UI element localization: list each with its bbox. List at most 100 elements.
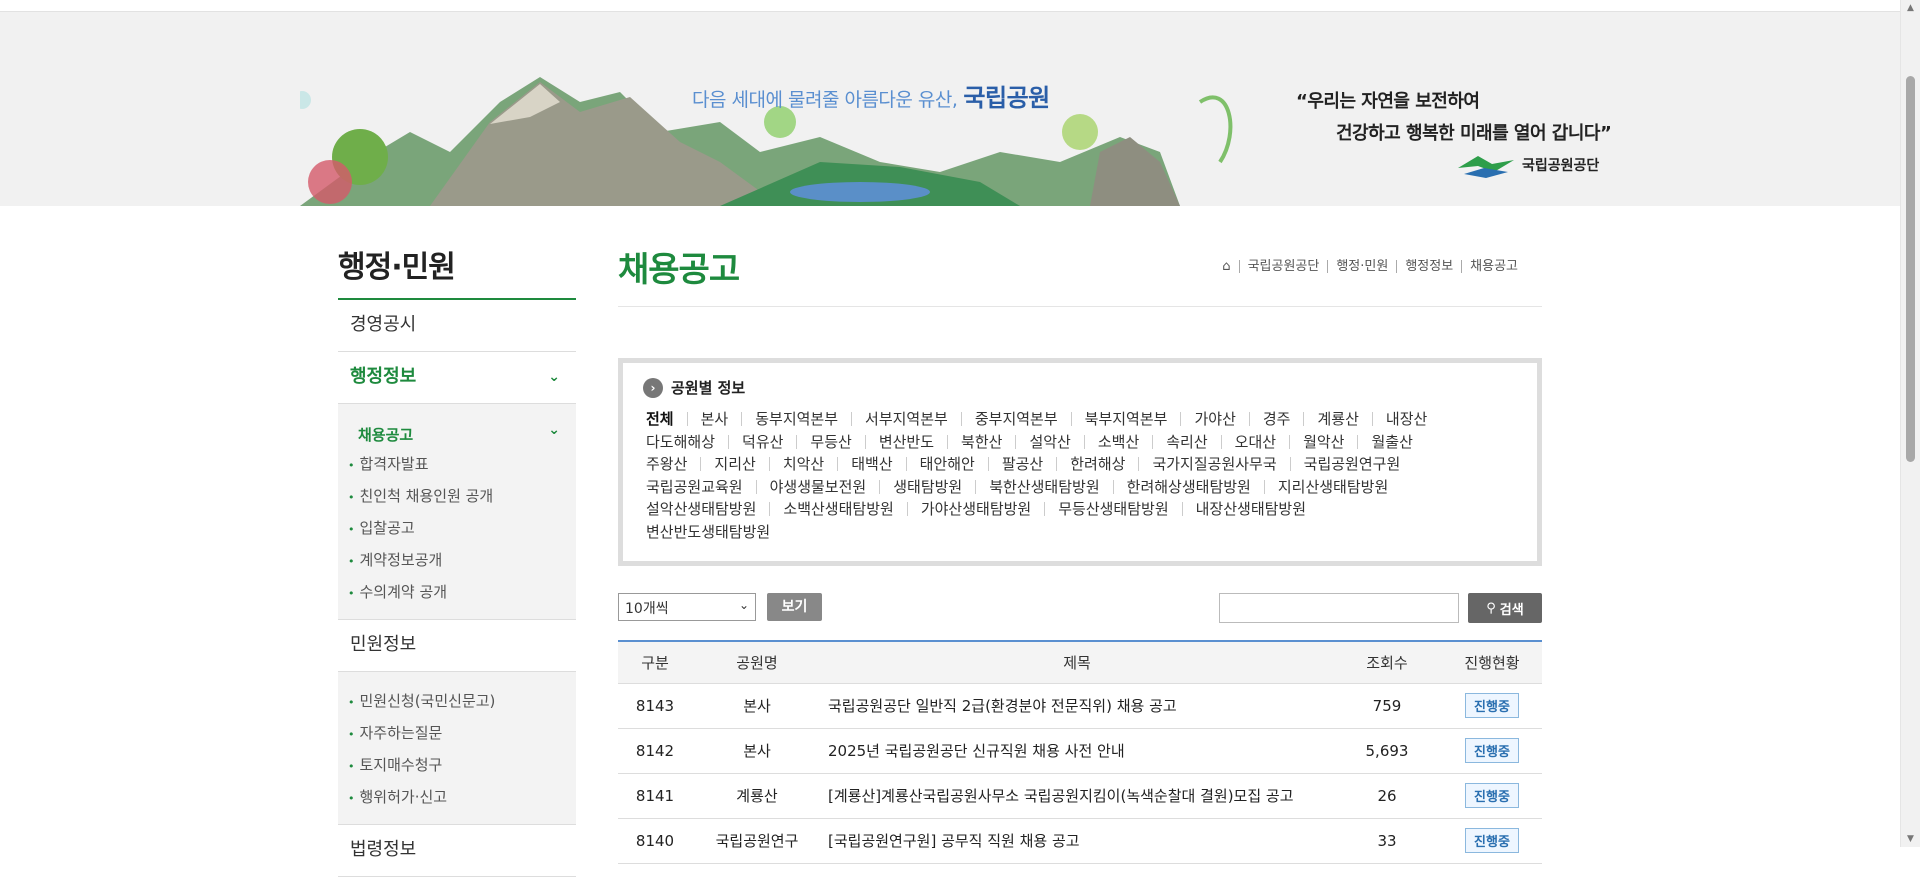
search-button[interactable]: ⚲ 검색 (1468, 593, 1542, 623)
table-row[interactable]: 8143 본사 국립공원공단 일반직 2급(환경분야 전문직위) 채용 공고 7… (618, 683, 1542, 728)
park-list-row: 다도해해상 덕유산 무등산 변산반도 북한산 설악산 소백산 속리산 오대산 월악산 월출산 (643, 431, 1517, 454)
title-divider (618, 306, 1542, 307)
submenu-item[interactable]: 계약정보공개 (338, 545, 576, 577)
park-filter-link[interactable]: 한려해상 (1056, 457, 1138, 472)
table-row[interactable]: 8140 국립공원연구 [국립공원연구원] 공무직 직원 채용 공고 33 진행… (618, 818, 1542, 863)
park-filter-link[interactable]: 설악산 (1015, 434, 1083, 449)
row-title-link[interactable]: 2025년 국립공원공단 신규직원 채용 사전 안내 (822, 728, 1332, 773)
park-filter-link[interactable]: 소백산생태탐방원 (769, 502, 906, 517)
park-filter-link[interactable]: 주왕산 (643, 457, 700, 472)
park-filter-link[interactable]: 오대산 (1220, 434, 1289, 449)
park-filter-link[interactable]: 국립공원교육원 (643, 479, 756, 494)
park-filter-link[interactable]: 팔공산 (987, 457, 1056, 472)
park-filter-link[interactable]: 지리산생태탐방원 (1263, 479, 1401, 494)
park-filter-link[interactable]: 무등산 (796, 434, 864, 449)
status-badge: 진행중 (1465, 693, 1519, 718)
column-header: 제목 (822, 641, 1332, 684)
park-filter-link[interactable]: 계룡산 (1303, 412, 1371, 427)
submenu-item[interactable]: 수의계약 공개 (338, 577, 576, 609)
breadcrumb-item[interactable]: 행정정보 (1396, 260, 1461, 273)
park-filter-link[interactable]: 북부지역본부 (1070, 412, 1181, 427)
park-filter-title: › 공원별 정보 (643, 377, 1517, 398)
submenu-item-recruitment[interactable]: 채용공고 ⌄ (338, 418, 576, 449)
park-filter-link[interactable]: 다도해해상 (643, 434, 728, 449)
banner-slogan: 다음 세대에 물려줄 아름다운 유산, 국립공원 (692, 84, 1050, 112)
breadcrumb-item[interactable]: 국립공원공단 (1238, 260, 1328, 273)
column-header: 구분 (618, 641, 692, 684)
sidebar-item-admin-info[interactable]: 행정정보 ⌄ (338, 352, 576, 404)
park-filter-link[interactable]: 변산반도 (864, 434, 947, 449)
park-filter-link[interactable]: 국가지질공원사무국 (1138, 457, 1289, 472)
park-filter-link[interactable]: 본사 (686, 412, 742, 427)
park-filter-link[interactable]: 가야산 (1180, 412, 1248, 427)
submenu-item[interactable]: 토지매수청구 (338, 750, 576, 782)
park-filter-link[interactable]: 한려해상생태탐방원 (1112, 479, 1264, 494)
view-button[interactable]: 보기 (767, 593, 822, 621)
park-filter-link[interactable]: 내장산생태탐방원 (1181, 502, 1319, 517)
row-park: 본사 (743, 697, 771, 715)
park-filter-link[interactable]: 태안해안 (905, 457, 988, 472)
park-filter-link[interactable]: 서부지역본부 (851, 412, 961, 427)
submenu-item[interactable]: 자주하는질문 (338, 718, 576, 750)
park-filter-link[interactable]: 태백산 (837, 457, 905, 472)
submenu-item[interactable]: 행위허가·신고 (338, 782, 576, 814)
row-views: 26 (1377, 786, 1397, 805)
scroll-up-arrow-icon[interactable]: ▲ (1901, 0, 1920, 16)
breadcrumb-item[interactable]: 행정·민원 (1327, 260, 1396, 273)
banner: 다음 세대에 물려줄 아름다운 유산, 국립공원 “우리는 자연을 보전하여 건강… (0, 12, 1900, 206)
park-filter-link[interactable]: 월출산 (1357, 434, 1425, 449)
submenu-item[interactable]: 입찰공고 (338, 513, 576, 545)
column-header: 공원명 (692, 641, 822, 684)
park-filter-link[interactable]: 월악산 (1289, 434, 1357, 449)
submenu-item[interactable]: 민원신청(국민신문고) (338, 686, 576, 718)
row-title-link[interactable]: [국립공원연구원] 공무직 직원 채용 공고 (822, 818, 1332, 863)
table-row[interactable]: 8141 계룡산 [계룡산]계룡산국립공원사무소 국립공원지킴이(녹색순찰대 결… (618, 773, 1542, 818)
submenu-item[interactable]: 친인척 채용인원 공개 (338, 481, 576, 513)
park-filter-link[interactable]: 무등산생태탐방원 (1044, 502, 1181, 517)
park-filter-link[interactable]: 동부지역본부 (741, 412, 851, 427)
submenu-item[interactable]: 합격자발표 (338, 449, 576, 481)
scroll-down-arrow-icon[interactable]: ▼ (1901, 831, 1920, 847)
park-filter-link[interactable]: 덕유산 (728, 434, 796, 449)
table-row[interactable]: 8142 본사 2025년 국립공원공단 신규직원 채용 사전 안내 5,693… (618, 728, 1542, 773)
search-input[interactable] (1219, 593, 1459, 623)
park-filter-link[interactable]: 북한산생태탐방원 (975, 479, 1112, 494)
row-park: 본사 (743, 742, 771, 760)
chevron-down-icon: ⌄ (738, 598, 749, 612)
chevron-down-icon: ⌄ (548, 369, 560, 385)
scrollbar-thumb[interactable] (1906, 76, 1915, 462)
page-scrollbar[interactable]: ▲ ▼ (1900, 0, 1920, 847)
admin-submenu: 채용공고 ⌄ 합격자발표 친인척 채용인원 공개 입찰공고 계약정보공개 수의계… (338, 404, 576, 620)
status-badge: 진행중 (1465, 738, 1519, 763)
org-logo[interactable]: 국립공원공단 (1458, 150, 1599, 180)
park-filter-link[interactable]: 설악산생태탐방원 (643, 502, 769, 517)
park-filter-link[interactable]: 야생생물보전원 (755, 479, 880, 494)
park-filter-link[interactable]: 중부지역본부 (960, 412, 1071, 427)
park-filter-link[interactable]: 경주 (1248, 412, 1304, 427)
park-filter-link[interactable]: 가야산생태탐방원 (906, 502, 1044, 517)
column-header: 조회수 (1332, 641, 1442, 684)
park-filter-link[interactable]: 치악산 (768, 457, 837, 472)
browser-top-strip (0, 0, 1920, 12)
park-filter-link[interactable]: 국립공원연구원 (1289, 457, 1414, 472)
park-filter-link[interactable]: 속리산 (1152, 434, 1220, 449)
park-filter-link[interactable]: 전체 (643, 412, 687, 427)
row-title-link[interactable]: 국립공원공단 일반직 2급(환경분야 전문직위) 채용 공고 (822, 683, 1332, 728)
sidebar-item-civil-info[interactable]: 민원정보 (338, 620, 576, 672)
main-content: 채용공고 ⌂ 국립공원공단 행정·민원 행정정보 채용공고 › 공원별 정보 전… (618, 242, 1542, 863)
page-size-select[interactable]: 10개씩 ⌄ (618, 593, 756, 621)
breadcrumb-item: 채용공고 (1461, 260, 1526, 273)
sidebar-item-law-info[interactable]: 법령정보 (338, 825, 576, 877)
park-filter-link[interactable]: 생태탐방원 (879, 479, 975, 494)
home-icon[interactable]: ⌂ (1214, 260, 1238, 273)
park-filter-link[interactable]: 지리산 (700, 457, 768, 472)
sidebar-item-management[interactable]: 경영공시 (338, 300, 576, 352)
row-park: 계룡산 (736, 787, 778, 805)
recruitment-table: 구분 공원명 제목 조회수 진행현황 8143 본사 국립공원공단 일반직 2급… (618, 640, 1542, 864)
park-filter-link[interactable]: 변산반도생태탐방원 (643, 524, 783, 539)
row-title-link[interactable]: [계룡산]계룡산국립공원사무소 국립공원지킴이(녹색순찰대 결원)모집 공고 (822, 773, 1332, 818)
row-views: 33 (1377, 831, 1397, 850)
park-filter-link[interactable]: 소백산 (1083, 434, 1152, 449)
park-filter-link[interactable]: 북한산 (947, 434, 1015, 449)
park-filter-link[interactable]: 내장산 (1371, 412, 1440, 427)
